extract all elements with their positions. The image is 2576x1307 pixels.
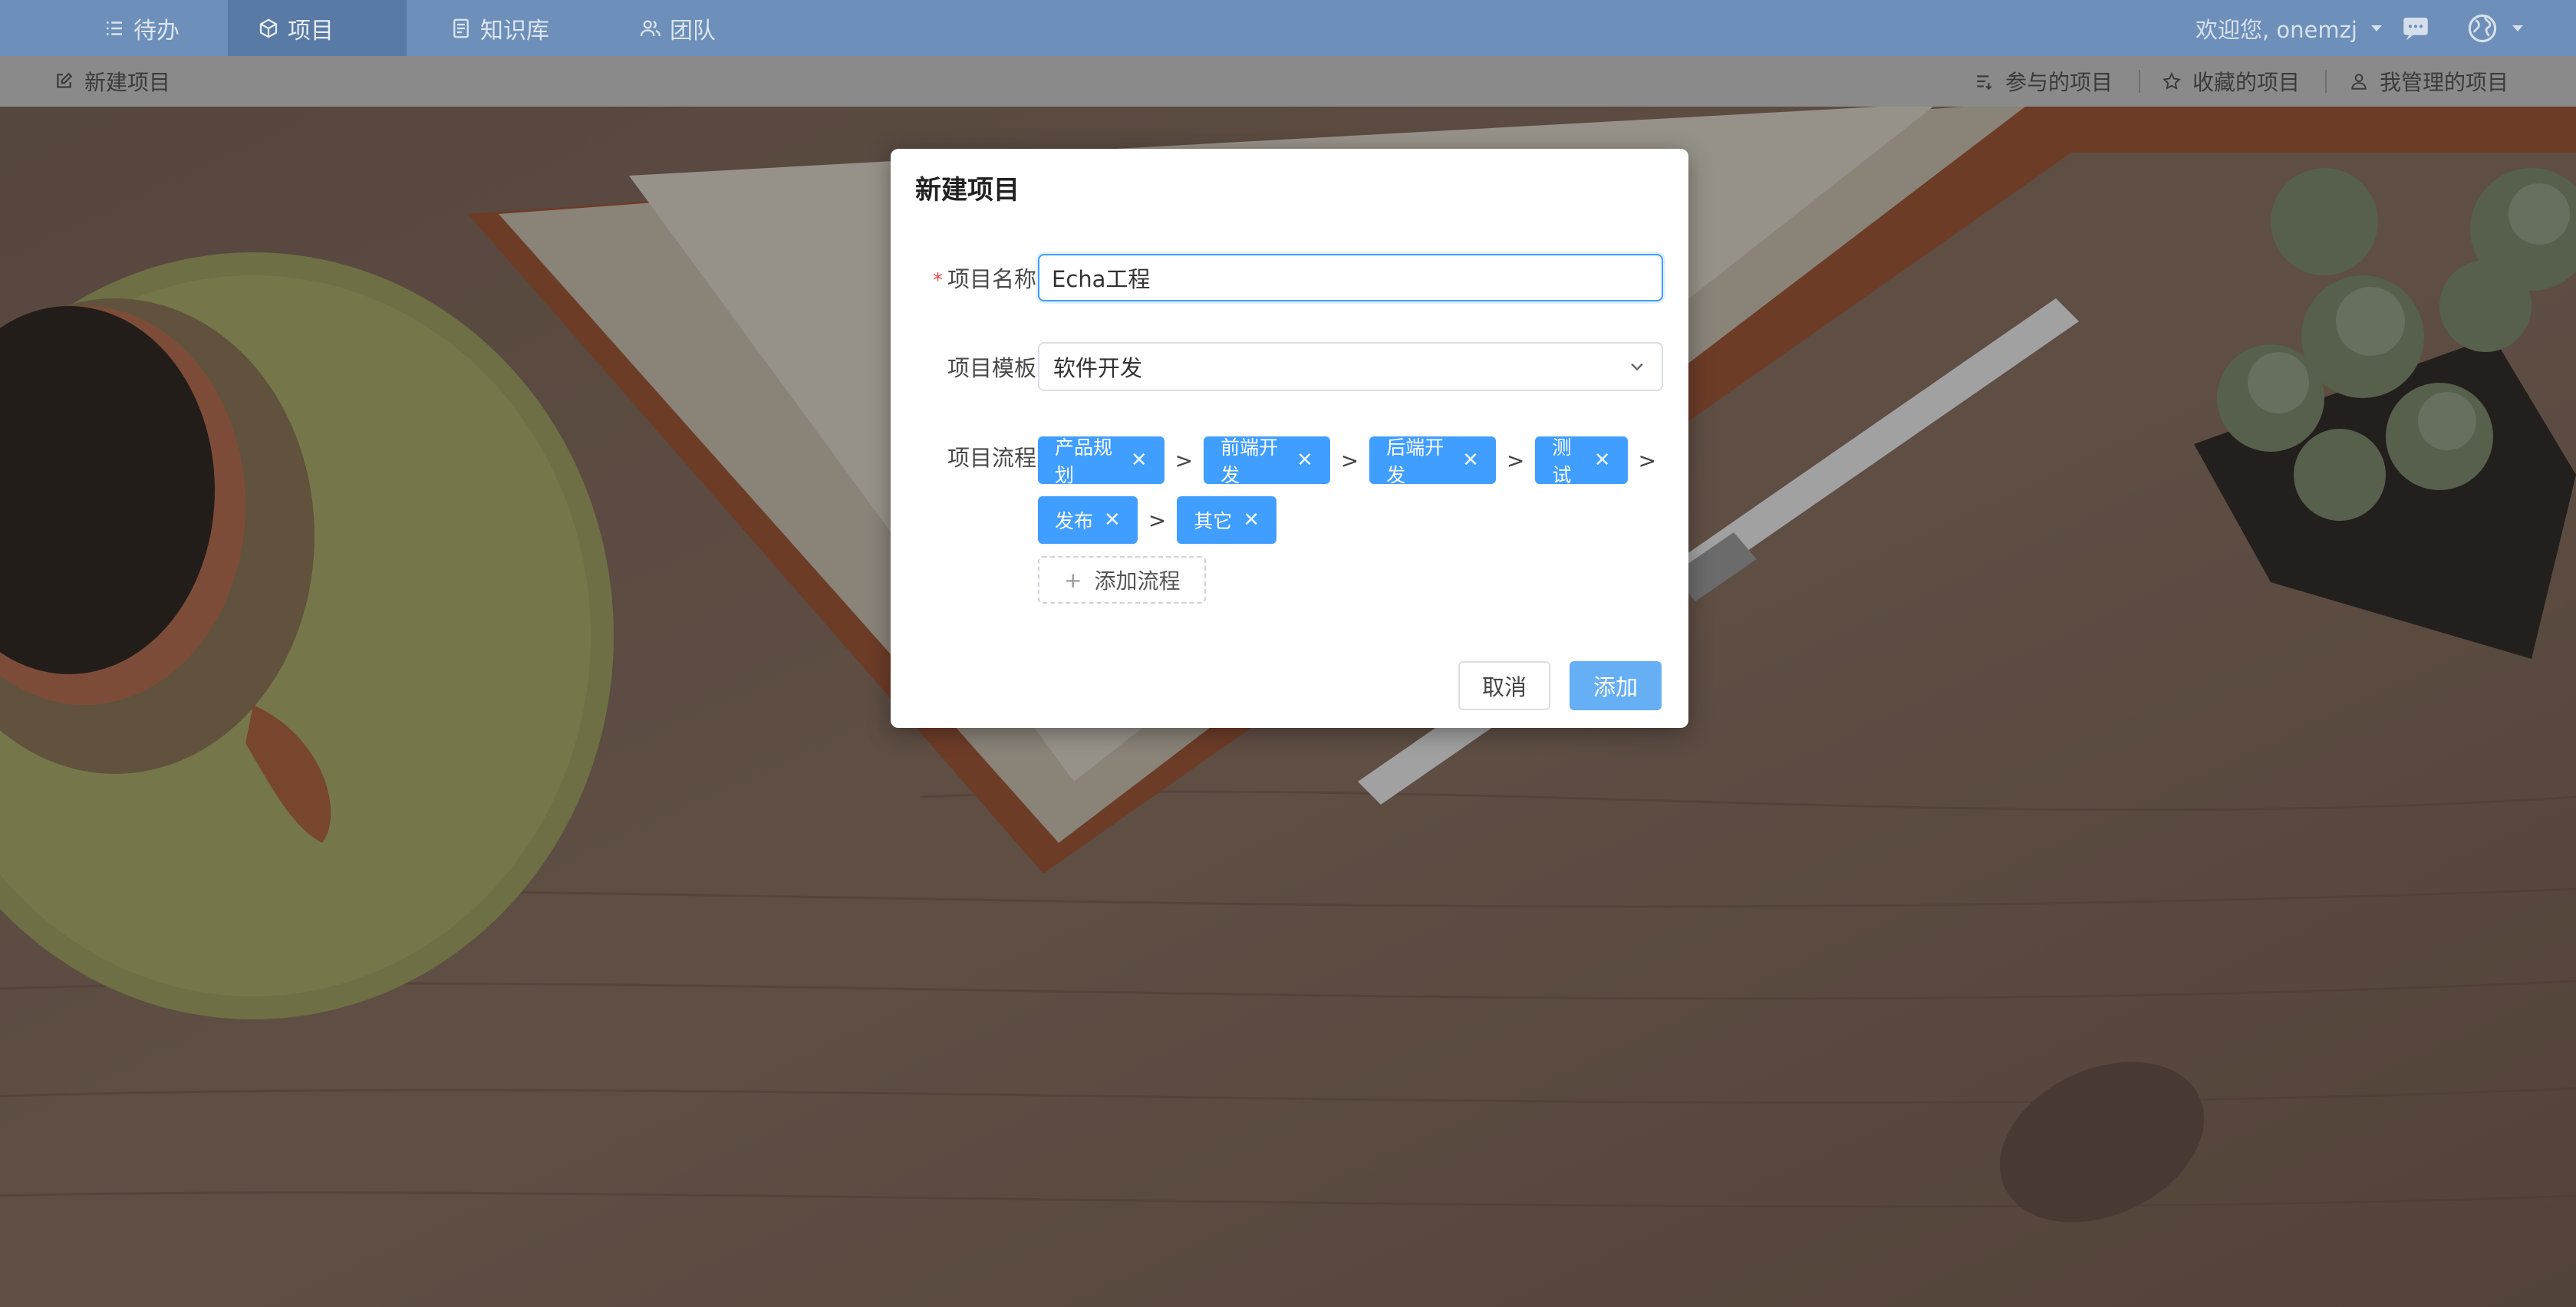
required-asterisk: * xyxy=(932,269,943,292)
document-icon xyxy=(453,18,469,38)
user-menu[interactable]: 欢迎您, onemzj xyxy=(2196,0,2382,56)
nav-item-todo[interactable]: 待办 xyxy=(74,0,209,56)
nav-item-team[interactable]: 团队 xyxy=(610,0,745,56)
flow-arrow: > xyxy=(1148,507,1167,533)
nav-item-project[interactable]: 项目 xyxy=(228,0,407,56)
flow-tag[interactable]: 测试 ✕ xyxy=(1535,436,1628,486)
cancel-button[interactable]: 取消 xyxy=(1458,661,1550,710)
project-template-select[interactable]: 软件开发 xyxy=(1038,342,1663,391)
star-icon xyxy=(2163,72,2181,90)
close-icon[interactable]: ✕ xyxy=(1462,449,1479,472)
project-flow-label: 项目流程 xyxy=(947,445,1036,471)
participated-label: 参与的项目 xyxy=(2005,70,2113,95)
globe-icon xyxy=(2468,14,2497,42)
add-flow-label: 添加流程 xyxy=(1094,568,1181,594)
project-flow-editor: 产品规划 ✕ > 前端开发 ✕ > 后端开发 ✕ > 测试 ✕ > 发布 ✕ > 其它 ✕ … xyxy=(1038,436,1667,615)
chevron-down-icon xyxy=(2512,25,2523,31)
add-flow-button[interactable]: + 添加流程 xyxy=(1038,556,1207,604)
flow-arrow: > xyxy=(1506,447,1525,473)
flow-arrow: > xyxy=(1638,447,1657,473)
welcome-text: 欢迎您, onemzj xyxy=(2196,16,2357,43)
flow-tag-label: 产品规划 xyxy=(1055,436,1113,486)
cube-icon xyxy=(259,18,278,38)
project-template-label: 项目模板 xyxy=(947,355,1036,381)
managed-projects-link[interactable]: 我管理的项目 xyxy=(2349,56,2508,107)
nav-item-knowledge-base[interactable]: 知识库 xyxy=(420,0,578,56)
close-icon[interactable]: ✕ xyxy=(1296,449,1313,472)
divider xyxy=(2139,70,2140,93)
flow-tag[interactable]: 产品规划 ✕ xyxy=(1038,436,1164,486)
edit-icon xyxy=(57,72,73,88)
nav-item-label: 团队 xyxy=(670,17,716,44)
project-toolbar: 新建项目 参与的项目 收藏的项目 我管理的项目 xyxy=(0,56,2576,107)
list-icon xyxy=(107,21,122,35)
nav-item-label: 待办 xyxy=(133,17,180,44)
flow-tag-label: 其它 xyxy=(1194,510,1233,532)
dialog-title: 新建项目 xyxy=(915,175,1020,206)
nav-item-label: 项目 xyxy=(288,17,334,44)
team-icon xyxy=(641,20,660,36)
close-icon[interactable]: ✕ xyxy=(1104,509,1121,532)
flow-tag[interactable]: 其它 ✕ xyxy=(1177,496,1277,544)
flow-arrow: > xyxy=(1340,447,1359,473)
project-name-input[interactable]: Echa工程 xyxy=(1038,254,1663,301)
message-button[interactable] xyxy=(2400,0,2432,56)
flow-arrow: > xyxy=(1174,447,1194,473)
close-icon[interactable]: ✕ xyxy=(1594,449,1611,472)
nav-item-label: 知识库 xyxy=(480,17,549,44)
flow-tag-label: 前端开发 xyxy=(1220,436,1279,486)
divider xyxy=(2325,70,2327,93)
flow-tag-label: 后端开发 xyxy=(1386,436,1444,486)
flow-tag-label: 测试 xyxy=(1552,436,1572,486)
list-filter-icon xyxy=(1977,75,1992,91)
project-template-value: 软件开发 xyxy=(1053,355,1143,381)
project-name-label-text: 项目名称 xyxy=(947,266,1036,292)
project-name-label: * 项目名称 xyxy=(891,262,1036,294)
new-project-label: 新建项目 xyxy=(84,70,171,95)
managed-label: 我管理的项目 xyxy=(2380,70,2509,95)
new-project-button[interactable]: 新建项目 xyxy=(54,56,170,107)
flow-tag[interactable]: 发布 ✕ xyxy=(1038,496,1138,544)
top-navigation-bar: 待办 项目 知识库 团队 欢迎您, onemzj xyxy=(0,0,2576,56)
flow-tag[interactable]: 前端开发 ✕ xyxy=(1204,436,1330,486)
favorites-label: 收藏的项目 xyxy=(2192,70,2301,95)
favorite-projects-link[interactable]: 收藏的项目 xyxy=(2162,56,2300,107)
close-icon[interactable]: ✕ xyxy=(1243,509,1260,532)
participated-projects-link[interactable]: 参与的项目 xyxy=(1975,56,2113,107)
language-menu[interactable] xyxy=(2466,0,2523,56)
close-icon[interactable]: ✕ xyxy=(1131,449,1148,472)
user-icon xyxy=(2351,74,2367,90)
new-project-dialog: 新建项目 * 项目名称 Echa工程 项目模板 软件开发 项目流程 产品规划 ✕ >… xyxy=(891,149,1688,728)
chevron-down-icon xyxy=(2370,25,2382,31)
add-button[interactable]: 添加 xyxy=(1570,661,1662,710)
chevron-down-icon xyxy=(1631,363,1643,371)
flow-tag-label: 发布 xyxy=(1055,510,1094,532)
project-name-value: Echa工程 xyxy=(1052,266,1151,292)
message-icon xyxy=(2403,17,2428,41)
flow-tag[interactable]: 后端开发 ✕ xyxy=(1369,436,1496,486)
plus-icon: + xyxy=(1064,567,1082,593)
